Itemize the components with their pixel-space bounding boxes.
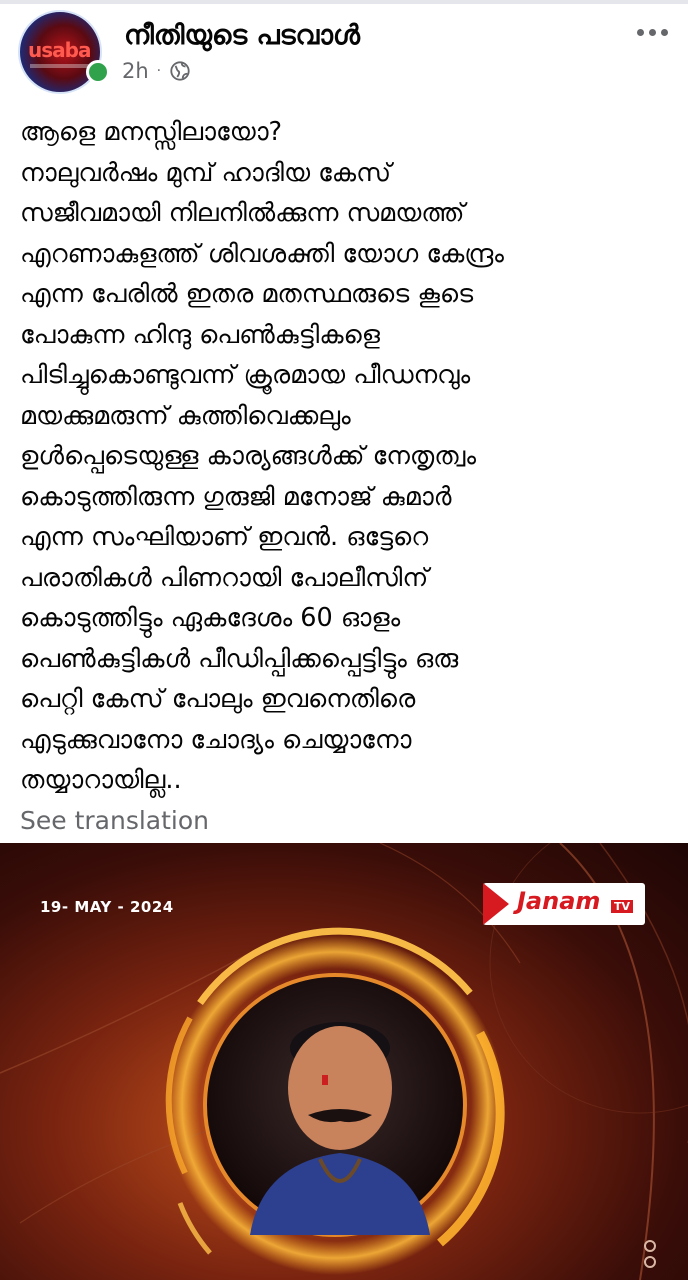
channel-logo: Janam TV: [483, 883, 645, 925]
post-text: ആളെ മനസ്സിലായോ? നാലുവർഷം മുമ്പ് ഹാദിയ കേ…: [20, 112, 680, 801]
post-text-line: പോകുന്ന ഹിന്ദു പെൺകുട്ടികളെ: [20, 319, 380, 350]
post-text-line: എന്ന സംഘിയാണ് ഇവൻ. ഒട്ടേറെ: [20, 522, 429, 552]
post-text-line: ഉൾപ്പെടെയുള്ള കാര്യങ്ങൾക്ക് നേതൃത്വം: [20, 441, 477, 471]
post-text-line: പരാതികൾ പിണറായി പോലീസിന്: [20, 562, 429, 593]
avatar-logo-bar: [30, 64, 90, 68]
post-header: usaba നീതിയുടെ പടവാൾ 2h ·: [0, 4, 688, 100]
post-text-line: കൊടുത്തിട്ടും ഏകദേശം 60 ഓളം: [20, 603, 401, 633]
post-text-line: പെറ്റി കേസ് പോലും ഇവനെതിരെ: [20, 684, 416, 714]
page-avatar[interactable]: usaba: [18, 10, 110, 94]
post-meta: 2h ·: [122, 56, 191, 86]
globe-icon[interactable]: [169, 60, 191, 82]
post-text-line: എന്ന പേരിൽ ഇതര മതസ്ഥരുടെ കൂടെ: [20, 279, 474, 309]
post-image[interactable]: 19- MAY - 2024 Janam TV: [0, 843, 688, 1280]
post-text-line: നാലുവർഷം മുമ്പ് ഹാദിയ കേസ്: [20, 157, 392, 188]
post-text-line: പെൺകുട്ടികൾ പീഡിപ്പിക്കപ്പെട്ടിട്ടും ഒരു: [20, 643, 459, 674]
play-icon: [483, 883, 509, 925]
meta-separator: ·: [156, 63, 162, 79]
channel-logo-text: Janam: [517, 887, 601, 915]
post-text-line: സജീവമായി നിലനിൽക്കുന്ന സമയത്ത്: [20, 198, 465, 228]
post-text-line: തയ്യാറായില്ല..: [20, 765, 182, 795]
social-icons: [644, 1236, 658, 1268]
online-status-icon: [86, 60, 110, 84]
facebook-icon: [644, 1240, 656, 1252]
post-text-line: ആളെ മനസ്സിലായോ?: [20, 117, 283, 147]
post-text-line: എടുക്കുവാനോ ചോദ്യം ചെയ്യാനോ: [20, 724, 412, 755]
more-horizontal-icon[interactable]: [634, 22, 670, 42]
page-name-link[interactable]: നീതിയുടെ പടവാൾ: [124, 20, 360, 52]
instagram-icon: [644, 1256, 656, 1268]
post-timestamp[interactable]: 2h: [122, 59, 149, 83]
more-dot: [648, 28, 656, 36]
more-dot: [660, 28, 668, 36]
post-text-line: മയക്കുമരുന്ന് കുത്തിവെക്കലും: [20, 400, 351, 431]
post-text-line: പിടിച്ചുകൊണ്ടുവന്ന് ക്രൂരമായ പീഡനവും: [20, 360, 471, 390]
post-text-line: കൊടുത്തിരുന്ന ഗുരുജി മനോജ് കുമാർ: [20, 481, 452, 512]
more-dot: [636, 28, 644, 36]
post-text-line: എറണാകുളത്ത് ശിവശക്തി യോഗ കേന്ദ്രം: [20, 238, 504, 269]
channel-logo-suffix: TV: [611, 900, 634, 913]
avatar-image: usaba: [18, 10, 102, 94]
see-translation-link[interactable]: See translation: [20, 806, 209, 835]
avatar-logo-text: usaba: [28, 38, 91, 62]
media-date-label: 19- MAY - 2024: [40, 898, 174, 916]
